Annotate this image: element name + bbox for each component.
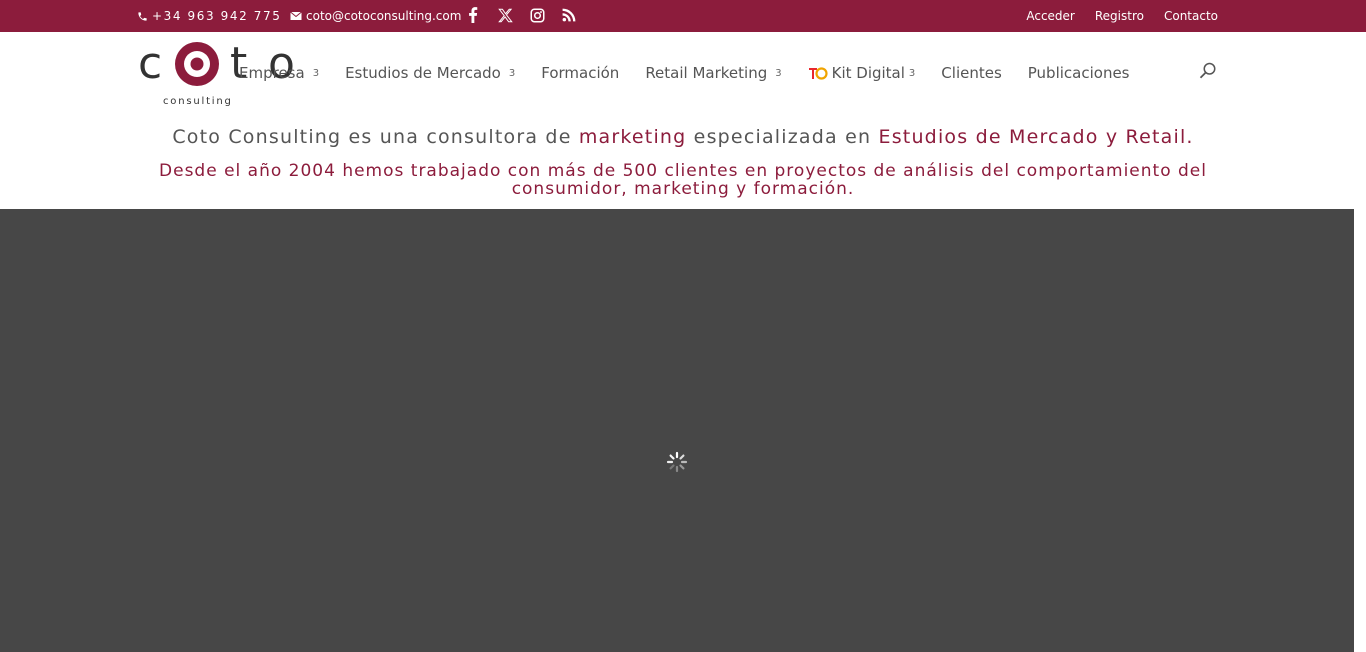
nav-item-retail-marketing[interactable]: Retail Marketing 3	[645, 64, 781, 82]
nav-label: Retail Marketing	[645, 64, 768, 82]
main-header: c t o consulting Empresa 3 Estudios de M…	[0, 32, 1366, 120]
nav-label: Formación	[541, 64, 620, 82]
nav-item-kit-digital[interactable]: Kit Digital 3	[808, 64, 916, 82]
rss-icon[interactable]	[560, 6, 578, 24]
phone-number: +34 963 942 775	[152, 9, 282, 23]
nav-item-clientes[interactable]: Clientes	[941, 64, 1001, 82]
facebook-icon[interactable]	[464, 6, 482, 24]
account-links: Acceder Registro Contacto	[1026, 9, 1218, 23]
tagline-text: especializada en	[686, 126, 879, 148]
nav-item-estudios-de-mercado[interactable]: Estudios de Mercado 3	[345, 64, 515, 82]
svg-text:c: c	[138, 40, 162, 89]
loading-spinner-icon	[666, 451, 688, 473]
nav-label: Clientes	[941, 64, 1002, 82]
nav-item-empresa[interactable]: Empresa 3	[239, 64, 319, 82]
search-icon	[1199, 62, 1216, 79]
phone-contact[interactable]: +34 963 942 775	[137, 9, 281, 23]
search-button[interactable]	[1199, 62, 1217, 84]
chevron-down-icon: 3	[908, 67, 916, 79]
chevron-down-icon: 3	[508, 67, 516, 79]
hero-slider	[0, 209, 1354, 652]
kit-digital-icon	[808, 67, 828, 80]
chevron-down-icon: 3	[312, 67, 320, 79]
scrollbar[interactable]	[1354, 209, 1366, 652]
chevron-down-icon: 3	[775, 67, 782, 79]
social-links	[464, 6, 578, 24]
register-link[interactable]: Registro	[1095, 9, 1144, 23]
contact-link[interactable]: Contacto	[1164, 9, 1218, 23]
nav-item-publicaciones[interactable]: Publicaciones	[1028, 64, 1130, 82]
phone-icon	[138, 11, 147, 21]
envelope-icon	[290, 11, 302, 20]
email-contact[interactable]: coto@cotoconsulting.com	[290, 9, 461, 23]
tagline-highlight: Estudios de Mercado y Retail.	[878, 126, 1194, 148]
tagline-text: Coto Consulting es una consultora de	[172, 126, 579, 148]
top-bar: +34 963 942 775 coto@cotoconsulting.com …	[0, 0, 1366, 32]
nav-label: Empresa	[239, 64, 305, 82]
login-link[interactable]: Acceder	[1026, 9, 1075, 23]
nav-label: Kit Digital	[831, 64, 905, 82]
email-address: coto@cotoconsulting.com	[306, 9, 462, 23]
logo-subtitle: consulting	[163, 96, 233, 107]
x-icon[interactable]	[496, 6, 514, 24]
tagline: Coto Consulting es una consultora de mar…	[0, 126, 1366, 148]
nav-item-formacion[interactable]: Formación	[541, 64, 619, 82]
nav-label: Publicaciones	[1027, 64, 1130, 82]
tagline-highlight: marketing	[578, 126, 687, 148]
nav-label: Estudios de Mercado	[345, 64, 501, 82]
main-nav: Empresa 3 Estudios de Mercado 3 Formació…	[239, 64, 1156, 82]
instagram-icon[interactable]	[528, 6, 546, 24]
intro-text: Desde el año 2004 hemos trabajado con má…	[159, 161, 1207, 199]
